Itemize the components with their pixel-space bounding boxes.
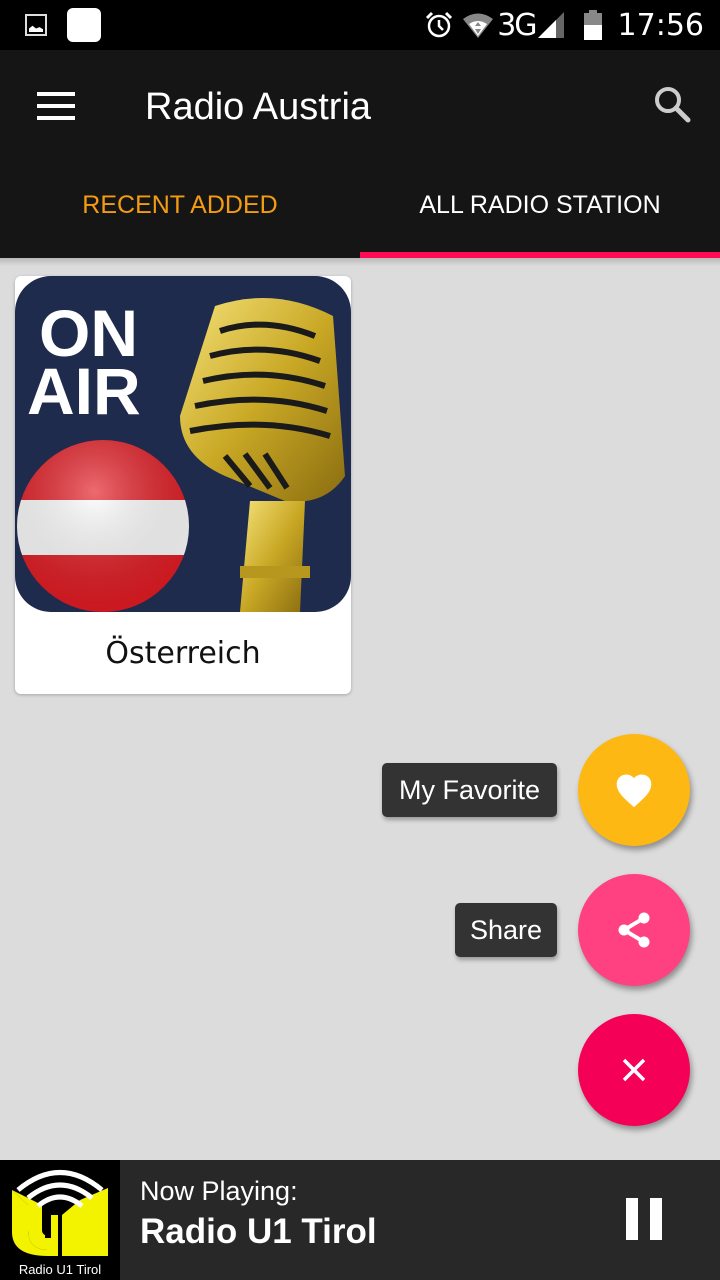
signal-icon <box>537 12 564 38</box>
wifi-icon <box>463 13 494 38</box>
tab-label: ALL RADIO STATION <box>419 190 661 219</box>
app-notification-icon <box>67 8 101 42</box>
my-favorite-button[interactable] <box>578 734 690 846</box>
logo-caption: Radio U1 Tirol <box>18 1262 102 1277</box>
battery-icon <box>583 10 602 40</box>
pause-icon <box>650 1198 662 1240</box>
station-image: ON AIR <box>15 276 351 612</box>
clock: 17:56 <box>617 7 704 43</box>
station-name: Österreich <box>105 635 261 671</box>
search-icon[interactable] <box>652 84 692 124</box>
heart-icon <box>616 774 652 808</box>
close-fab-button[interactable] <box>578 1014 690 1126</box>
tab-recent-added[interactable]: RECENT ADDED <box>0 160 360 258</box>
alarm-icon <box>426 11 453 38</box>
my-favorite-label[interactable]: My Favorite <box>382 763 557 817</box>
share-button[interactable] <box>578 874 690 986</box>
app-bar: Radio Austria RECENT ADDED ALL RADIO STA… <box>0 50 720 258</box>
close-icon <box>622 1058 646 1082</box>
on-air-text: AIR <box>27 354 141 428</box>
now-playing-bar[interactable]: Radio U1 Tirol Now Playing: Radio U1 Tir… <box>0 1160 720 1280</box>
tab-all-radio-station[interactable]: ALL RADIO STATION <box>360 160 720 258</box>
current-station-name: Radio U1 Tirol <box>140 1212 377 1251</box>
now-playing-label: Now Playing: <box>140 1176 298 1206</box>
share-icon <box>618 912 650 948</box>
station-card[interactable]: ON AIR Österreich <box>15 276 351 694</box>
radio-u1-logo-icon <box>12 1170 108 1256</box>
app-bar-shadow <box>0 258 720 266</box>
pause-button[interactable] <box>620 1190 668 1250</box>
pause-icon <box>626 1198 638 1240</box>
gallery-notification-icon <box>25 14 47 36</box>
network-type: 3G <box>497 7 537 43</box>
tab-bar: RECENT ADDED ALL RADIO STATION <box>0 160 720 258</box>
status-icons: 3G 17:56 <box>425 0 704 50</box>
page-title: Radio Austria <box>145 86 372 128</box>
station-logo: Radio U1 Tirol <box>0 1160 120 1280</box>
hamburger-menu-icon[interactable] <box>37 92 75 120</box>
share-label[interactable]: Share <box>455 903 557 957</box>
status-bar: 3G 17:56 <box>0 0 720 50</box>
tab-label: RECENT ADDED <box>82 190 278 219</box>
